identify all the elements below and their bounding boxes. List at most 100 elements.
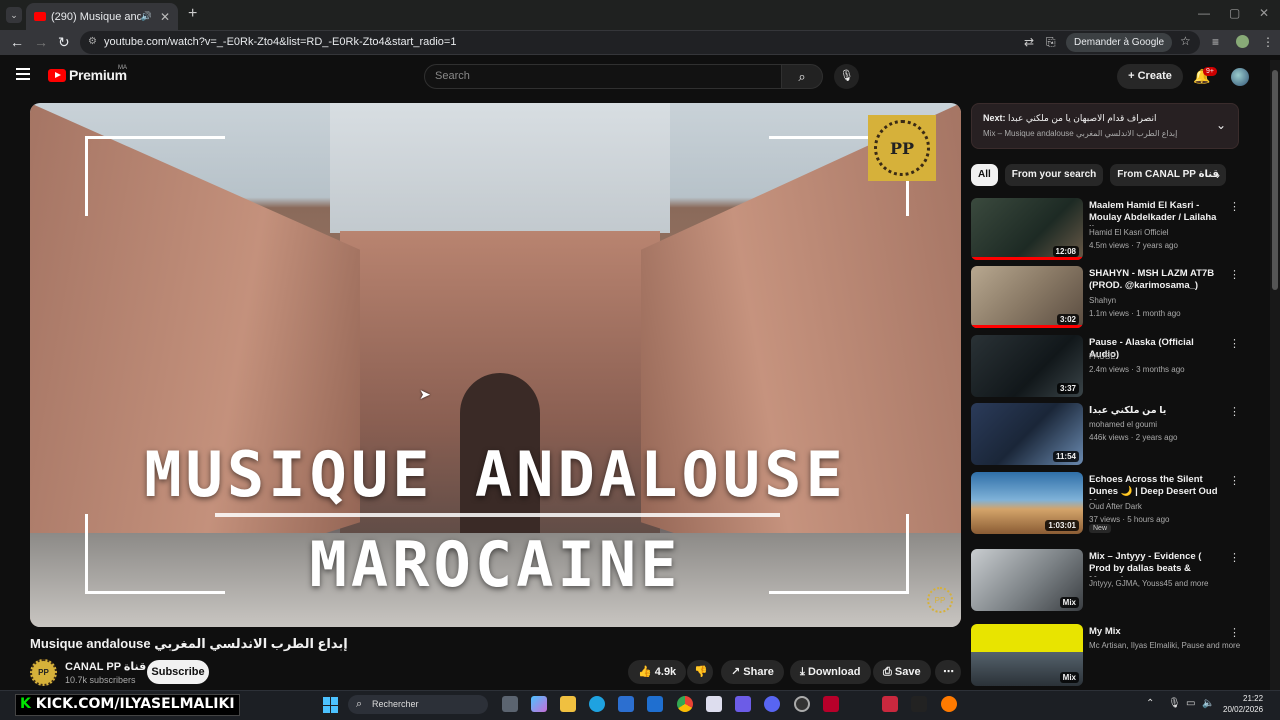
bookmark-star-icon[interactable]: ☆ <box>1180 34 1191 48</box>
close-tab-icon[interactable]: ✕ <box>160 10 170 24</box>
taskbar-clock[interactable]: 21:22 20/02/2026 <box>1223 693 1263 715</box>
more-icon[interactable]: ⋮ <box>1229 626 1240 639</box>
dark-app-icon[interactable] <box>911 696 927 712</box>
ask-google-button[interactable]: Demander à Google <box>1066 33 1173 52</box>
video-thumbnail[interactable]: Mix <box>971 549 1083 611</box>
voice-search-button[interactable]: 🎙 <box>834 64 859 89</box>
profile-avatar-icon[interactable] <box>1236 35 1249 48</box>
taskbar-search[interactable]: Rechercher <box>348 695 488 714</box>
dislike-button[interactable]: 👎 <box>687 660 713 684</box>
like-button[interactable]: 👍 4.9k <box>628 660 686 684</box>
video-thumbnail[interactable]: 3:37 <box>971 335 1083 397</box>
video-thumbnail[interactable]: 3:02 <box>971 266 1083 328</box>
discord-icon[interactable] <box>764 696 780 712</box>
store-icon[interactable] <box>618 696 634 712</box>
game-controller-icon[interactable] <box>735 696 751 712</box>
tray-expand-icon[interactable]: ⌃ <box>1146 698 1154 709</box>
minimize-icon[interactable]: — <box>1198 6 1210 20</box>
network-icon[interactable]: ▭ <box>1186 698 1195 709</box>
rec-channel[interactable]: Hamid El Kasri Officiel <box>1089 228 1168 237</box>
volume-icon[interactable]: 🔈 <box>1202 698 1214 709</box>
microphone-icon[interactable]: 🎙 <box>1168 698 1181 709</box>
chevron-down-icon[interactable]: ⌄ <box>1216 118 1226 132</box>
speaker-icon[interactable]: 🔊 <box>141 11 152 22</box>
rec-channel[interactable]: mohamed el goumi <box>1089 420 1157 429</box>
chip-from-your-search[interactable]: From your search <box>1004 164 1104 186</box>
download-button[interactable]: ⤓ Download <box>790 660 871 684</box>
rec-title[interactable]: Mix – Jntyyy - Evidence ( Prod by dallas… <box>1089 551 1221 577</box>
share-button[interactable]: ↗ Share <box>721 660 784 684</box>
video-player[interactable]: PP MUSIQUE ANDALOUSE MAROCAINE PP ➤ <box>30 103 961 627</box>
video-thumbnail[interactable]: 12:08 <box>971 198 1083 260</box>
menu-icon[interactable] <box>16 68 30 80</box>
more-icon[interactable]: ⋮ <box>1229 405 1240 418</box>
list-item[interactable]: 1:03:01 Echoes Across the Silent Dunes 🌙… <box>971 472 1241 534</box>
chevron-right-icon[interactable]: › <box>1216 168 1220 182</box>
search-input[interactable] <box>425 65 781 87</box>
rec-title[interactable]: Echoes Across the Silent Dunes 🌙 | Deep … <box>1089 474 1221 500</box>
scrollbar-thumb[interactable] <box>1272 70 1278 290</box>
rec-channel[interactable]: PAUSE <box>1089 352 1116 361</box>
more-icon[interactable]: ⋮ <box>1229 200 1240 213</box>
more-icon[interactable]: ⋮ <box>1229 551 1240 564</box>
reload-icon[interactable]: ↻ <box>58 34 70 51</box>
more-icon[interactable]: ⋮ <box>1229 268 1240 281</box>
forward-icon[interactable]: → <box>34 34 48 50</box>
tab-search-button[interactable]: ⌄ <box>6 7 22 23</box>
rec-title[interactable]: My Mix <box>1089 626 1221 638</box>
channel-name[interactable]: CANAL PP قناة <box>65 660 146 673</box>
chip-all[interactable]: All <box>971 164 998 186</box>
channel-watermark[interactable]: PP <box>927 587 953 613</box>
task-view-icon[interactable] <box>502 696 518 712</box>
list-item[interactable]: 3:02 SHAHYN - MSH LAZM AT7B (PROD. @kari… <box>971 266 1241 328</box>
browser-menu-icon[interactable]: ⋮ <box>1262 35 1274 49</box>
rec-channel[interactable]: Jntyyy, GJMA, Youss45 and more <box>1089 579 1208 588</box>
chip-from-channel[interactable]: From CANAL PP قناة <box>1110 164 1226 186</box>
rec-title[interactable]: Maalem Hamid El Kasri - Moulay Abdelkade… <box>1089 200 1221 226</box>
list-item[interactable]: Mix My Mix Mc Artisan, Ilyas Elmaliki, P… <box>971 624 1241 686</box>
rec-channel[interactable]: Mc Artisan, Ilyas Elmaliki, Pause and mo… <box>1089 641 1240 650</box>
red-app-icon[interactable] <box>823 696 839 712</box>
rec-channel[interactable]: Shahyn <box>1089 296 1116 305</box>
maximize-icon[interactable]: ▢ <box>1229 6 1240 20</box>
back-icon[interactable]: ← <box>10 34 24 50</box>
youtube-premium-logo[interactable]: Premium MA <box>48 65 127 83</box>
save-button[interactable]: ⎙ Save <box>873 660 931 684</box>
capture-icon[interactable] <box>706 696 722 712</box>
rec-title[interactable]: يا من ملكني عبدا <box>1089 405 1221 417</box>
edge-icon[interactable] <box>589 696 605 712</box>
list-item[interactable]: 12:08 Maalem Hamid El Kasri - Moulay Abd… <box>971 198 1241 260</box>
list-item[interactable]: Mix Mix – Jntyyy - Evidence ( Prod by da… <box>971 549 1241 611</box>
account-avatar[interactable] <box>1231 68 1249 86</box>
video-thumbnail[interactable]: 1:03:01 <box>971 472 1083 534</box>
video-thumbnail[interactable]: 11:54 <box>971 403 1083 465</box>
list-item[interactable]: 11:54 يا من ملكني عبدا mohamed el goumi … <box>971 403 1241 465</box>
list-item[interactable]: 3:37 Pause - Alaska (Official Audio) PAU… <box>971 335 1241 397</box>
outlook-icon[interactable] <box>647 696 663 712</box>
obs-icon[interactable] <box>794 696 810 712</box>
up-next-card[interactable]: Next: انصراف قدام الاصبهان يا من ملكني ع… <box>971 103 1239 149</box>
channel-avatar[interactable]: PP <box>30 659 57 686</box>
subscribe-button[interactable]: Subscribe <box>147 660 209 684</box>
video-thumbnail[interactable]: Mix <box>971 624 1083 686</box>
orange-app-icon[interactable] <box>941 696 957 712</box>
reading-list-icon[interactable]: ≡ <box>1212 35 1219 49</box>
search-button[interactable]: ⌕ <box>781 64 823 89</box>
address-bar[interactable]: ⚙ youtube.com/watch?v=_-E0Rk-Zto4&list=R… <box>80 31 1200 54</box>
more-actions-button[interactable]: ⋯ <box>935 660 961 684</box>
page-scrollbar[interactable] <box>1270 60 1280 690</box>
new-tab-button[interactable]: + <box>188 5 197 23</box>
site-info-icon[interactable]: ⚙ <box>88 36 97 47</box>
more-icon[interactable]: ⋮ <box>1229 474 1240 487</box>
copilot-icon[interactable] <box>531 696 547 712</box>
rec-title[interactable]: SHAHYN - MSH LAZM AT7B (PROD. @karimosam… <box>1089 268 1221 292</box>
chrome-icon[interactable] <box>677 696 693 712</box>
install-app-icon[interactable]: ⎘ <box>1046 35 1056 50</box>
create-button[interactable]: + Create <box>1117 64 1183 89</box>
windows-start-icon[interactable] <box>323 697 339 713</box>
more-icon[interactable]: ⋮ <box>1229 337 1240 350</box>
media-app-icon[interactable] <box>882 696 898 712</box>
rec-channel[interactable]: Oud After Dark <box>1089 502 1142 511</box>
browser-tab[interactable]: (290) Musique andalouse ... 🔊 ✕ <box>26 3 178 30</box>
file-explorer-icon[interactable] <box>560 696 576 712</box>
